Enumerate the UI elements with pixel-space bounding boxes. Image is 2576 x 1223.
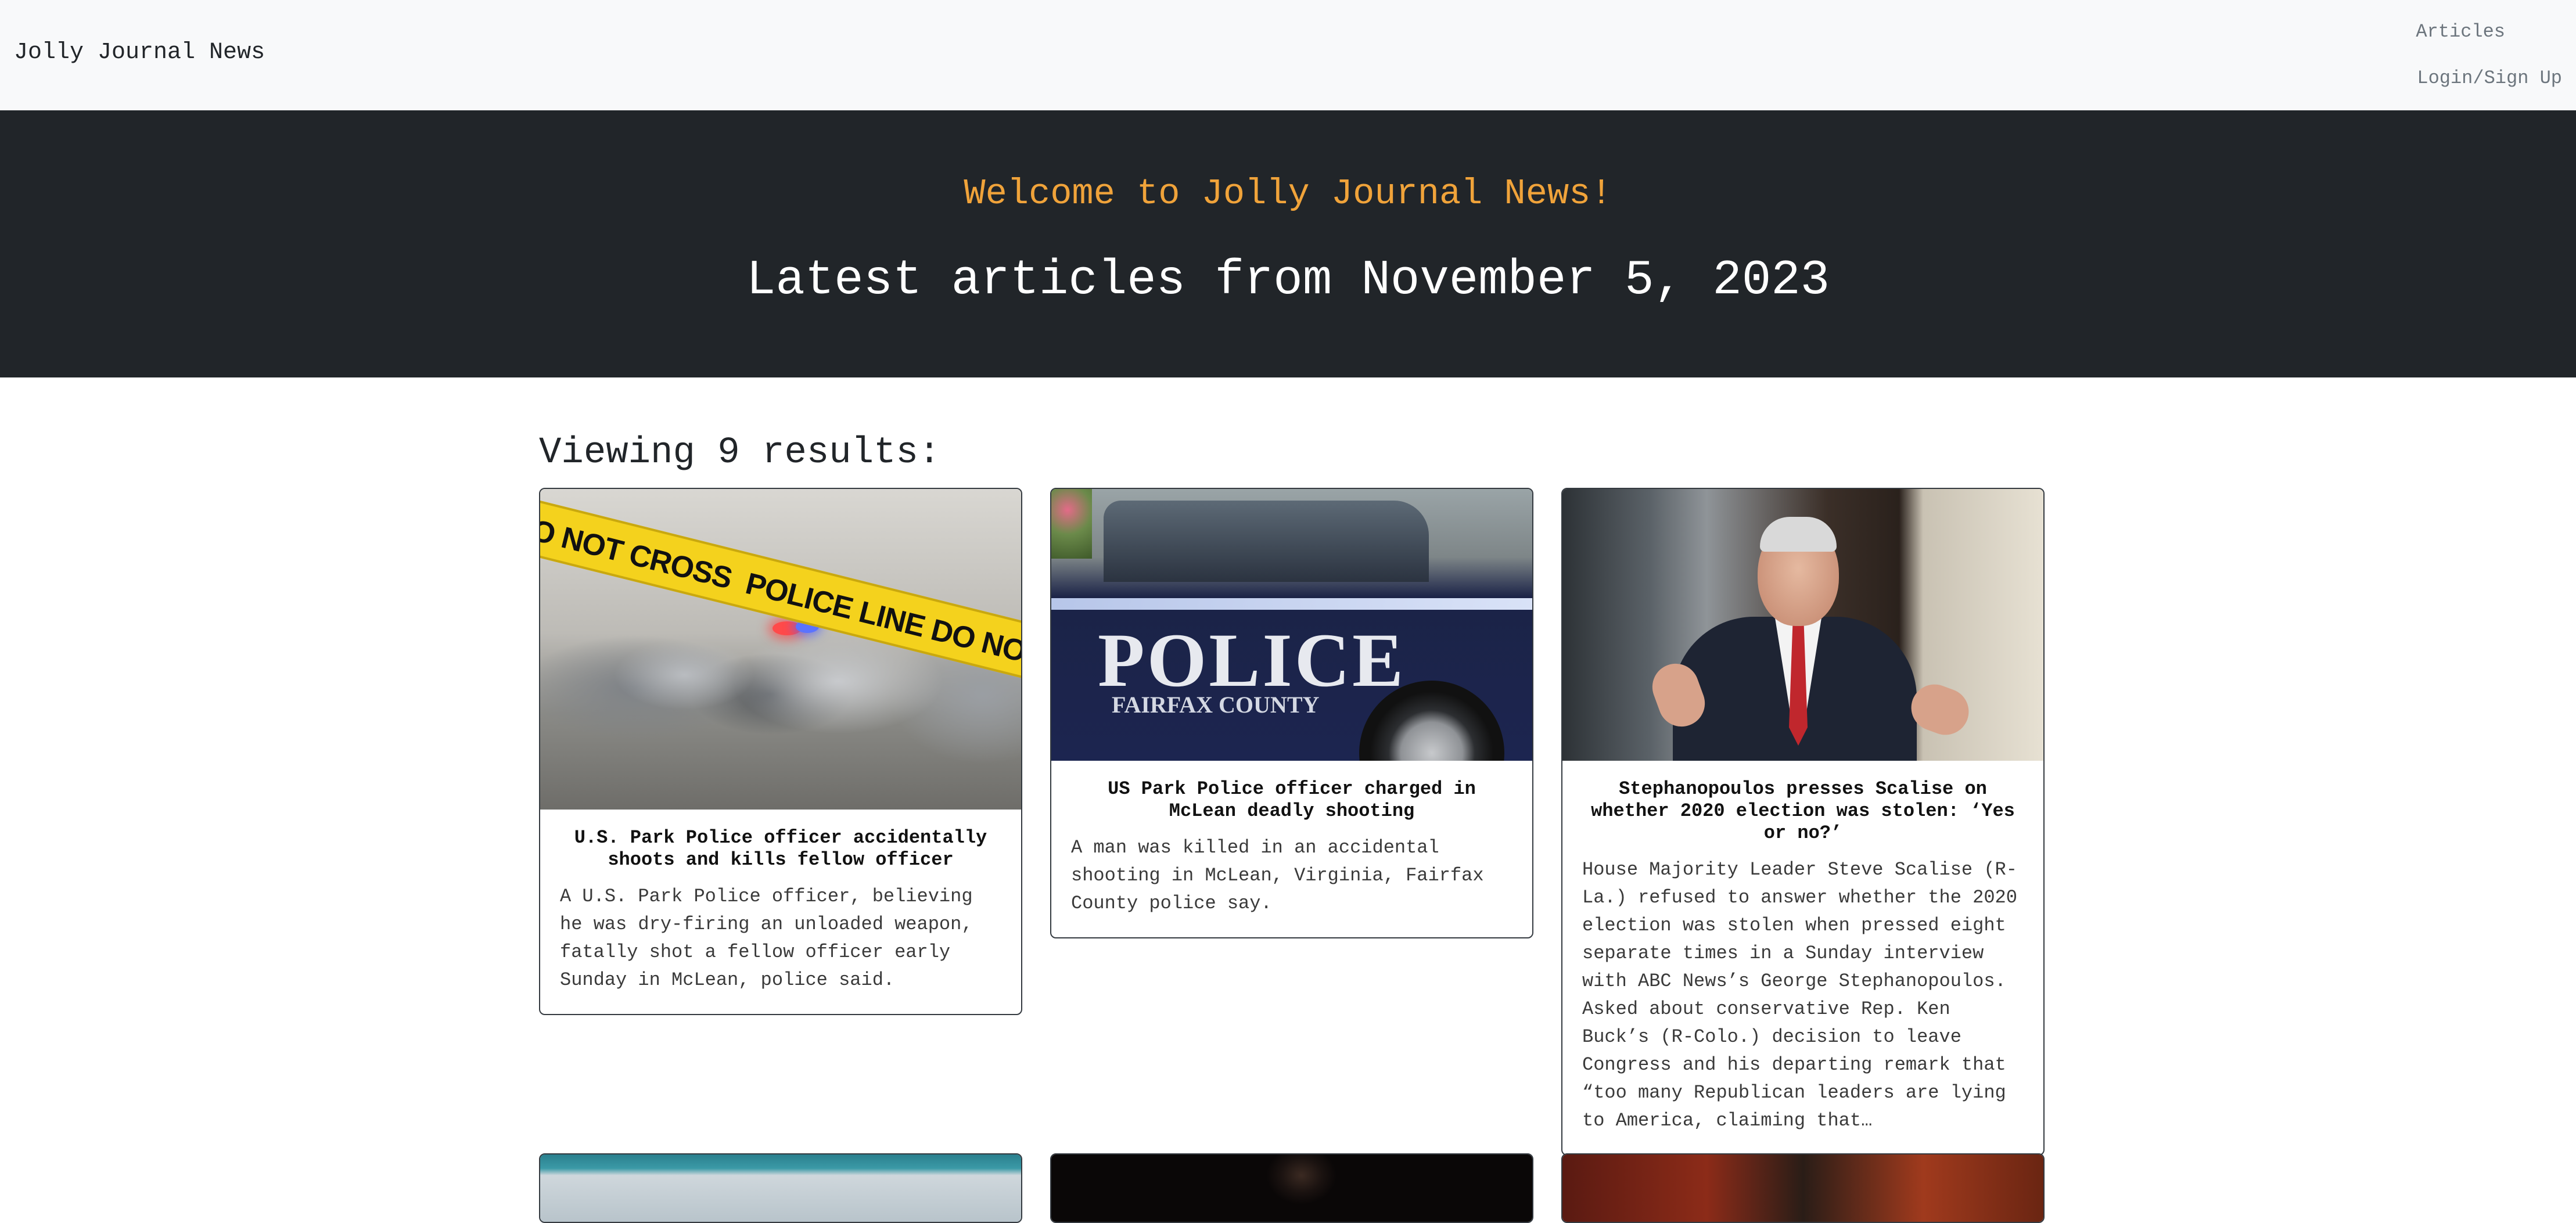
article-card-body: US Park Police officer charged in McLean… (1051, 761, 1532, 937)
article-image-police-car[interactable]: POLICE FAIRFAX COUNTY (1051, 489, 1532, 761)
hero-latest-heading: Latest articles from November 5, 2023 (746, 253, 1830, 308)
police-tape: O NOT CROSS POLICE LINE DO NOT CROSS (540, 495, 1021, 700)
article-card[interactable]: O NOT CROSS POLICE LINE DO NOT CROSS U.S… (539, 488, 1022, 1015)
hero-banner: Welcome to Jolly Journal News! Latest ar… (0, 110, 2576, 377)
article-title[interactable]: US Park Police officer charged in McLean… (1071, 778, 1512, 822)
top-navbar: Jolly Journal News Articles Login/Sign U… (0, 0, 2576, 110)
article-summary: A U.S. Park Police officer, believing he… (560, 886, 973, 991)
article-image-autumn-trees[interactable] (1562, 1154, 2043, 1222)
article-image-portrait[interactable] (1051, 1154, 1532, 1222)
nav-link-login-signup[interactable]: Login/Sign Up (2417, 67, 2562, 89)
article-title[interactable]: Stephanopoulos presses Scalise on whethe… (1582, 778, 2024, 844)
flower-bush (1051, 489, 1092, 559)
hair (1760, 517, 1837, 552)
tape-text-left: O NOT CROSS (540, 513, 735, 596)
article-card-body: Stephanopoulos presses Scalise on whethe… (1562, 761, 2043, 1154)
article-image-police-tape[interactable]: O NOT CROSS POLICE LINE DO NOT CROSS (540, 489, 1021, 810)
article-card[interactable] (539, 1153, 1022, 1223)
hero-welcome-heading: Welcome to Jolly Journal News! (964, 173, 1612, 214)
article-summary: House Majority Leader Steve Scalise (R-L… (1582, 859, 2017, 1131)
article-image-classroom[interactable] (540, 1154, 1021, 1222)
car-stripe (1051, 598, 1532, 610)
article-card[interactable]: Stephanopoulos presses Scalise on whethe… (1561, 488, 2045, 1156)
car-county-lettering: FAIRFAX COUNTY (1112, 692, 1320, 718)
car-window (1104, 501, 1429, 582)
site-brand[interactable]: Jolly Journal News (14, 39, 265, 66)
article-summary: A man was killed in an accidental shooti… (1071, 837, 1484, 914)
article-card[interactable] (1561, 1153, 2045, 1223)
article-card-body: U.S. Park Police officer accidentally sh… (540, 810, 1021, 1014)
nav-link-articles[interactable]: Articles (2416, 21, 2505, 42)
article-card[interactable] (1050, 1153, 1533, 1223)
article-card[interactable]: POLICE FAIRFAX COUNTY US Park Police off… (1050, 488, 1533, 938)
results-count: Viewing 9 results: (539, 432, 941, 474)
article-title[interactable]: U.S. Park Police officer accidentally sh… (560, 827, 1001, 871)
article-image-speaker-portrait[interactable] (1562, 489, 2043, 761)
